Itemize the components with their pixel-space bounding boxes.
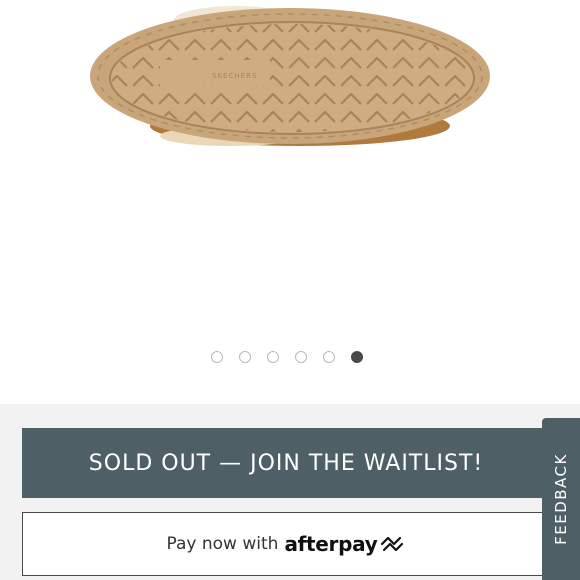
afterpay-logo: afterpay <box>284 532 405 556</box>
afterpay-brand-text: afterpay <box>284 532 378 556</box>
afterpay-button[interactable]: Pay now with afterpay <box>22 512 550 576</box>
purchase-panel: SOLD OUT — JOIN THE WAITLIST! Pay now wi… <box>0 404 580 580</box>
pay-now-label: Pay now with <box>166 534 279 554</box>
carousel-dots <box>0 348 580 368</box>
carousel-dot[interactable] <box>267 351 279 363</box>
feedback-label: FEEDBACK <box>552 453 570 545</box>
carousel-dot[interactable] <box>239 351 251 363</box>
carousel-dot[interactable] <box>295 351 307 363</box>
svg-text:SKECHERS: SKECHERS <box>212 72 257 80</box>
carousel-dot-active[interactable] <box>351 351 363 363</box>
slipper-sole-image: SKECHERS <box>90 6 490 146</box>
afterpay-arrows-icon <box>381 536 404 552</box>
carousel-dot[interactable] <box>211 351 223 363</box>
product-page: SKECHERS SOLD OUT — JOIN THE WAITLIST! P… <box>0 0 580 580</box>
join-waitlist-label: SOLD OUT — JOIN THE WAITLIST! <box>88 450 484 476</box>
carousel-dot[interactable] <box>323 351 335 363</box>
join-waitlist-button[interactable]: SOLD OUT — JOIN THE WAITLIST! <box>22 428 550 498</box>
feedback-tab[interactable]: FEEDBACK <box>542 418 580 580</box>
product-image[interactable]: SKECHERS <box>0 0 580 330</box>
